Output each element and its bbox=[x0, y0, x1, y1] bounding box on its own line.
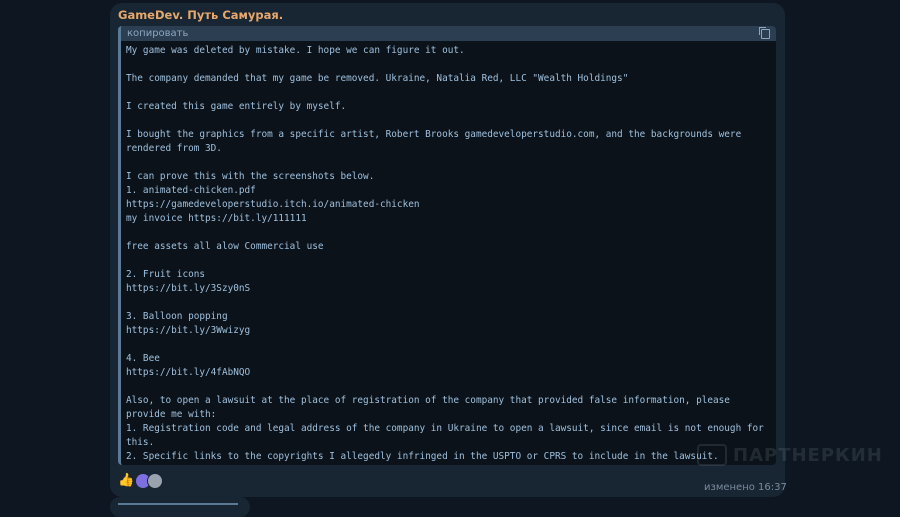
next-message-bubble bbox=[110, 497, 250, 517]
watermark: ПАРТНЕРКИН bbox=[697, 444, 883, 466]
code-block-header[interactable]: копировать bbox=[121, 26, 776, 41]
watermark-text: ПАРТНЕРКИН bbox=[733, 444, 883, 466]
message-timestamp: изменено 16:37 bbox=[704, 482, 787, 493]
code-text: My game was deleted by mistake. I hope w… bbox=[126, 45, 764, 462]
reactions-bar[interactable]: 👍 bbox=[118, 473, 164, 489]
next-message-quote-bar bbox=[118, 503, 238, 505]
reactor-avatar bbox=[147, 473, 164, 489]
watermark-logo-icon bbox=[697, 444, 727, 466]
code-block: копировать My game was deleted by mistak… bbox=[118, 26, 776, 465]
copy-icon[interactable] bbox=[759, 27, 770, 39]
copy-label[interactable]: копировать bbox=[127, 26, 188, 41]
channel-name[interactable]: GameDev. Путь Самурая. bbox=[118, 8, 283, 22]
thumbs-up-icon[interactable]: 👍 bbox=[118, 473, 134, 489]
